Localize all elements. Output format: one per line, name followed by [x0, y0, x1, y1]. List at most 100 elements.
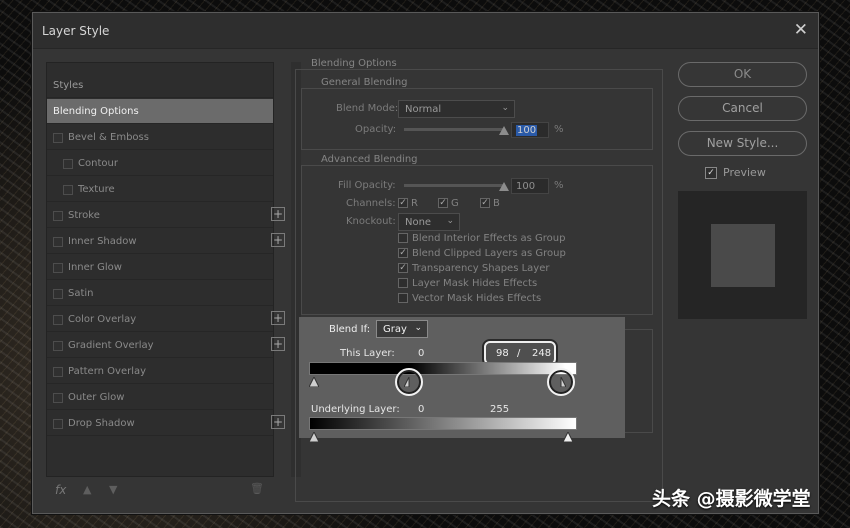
channel-b-checkbox[interactable]: ✓	[480, 198, 490, 208]
style-item-drop-shadow[interactable]: Drop Shadow	[47, 411, 273, 436]
advanced-option-checkbox[interactable]	[398, 233, 408, 243]
underlying-layer-gradient[interactable]	[309, 417, 577, 430]
style-checkbox[interactable]	[63, 185, 73, 195]
style-checkbox[interactable]	[53, 289, 63, 299]
advanced-option-checkbox[interactable]: ✓	[398, 248, 408, 258]
advanced-option-checkbox[interactable]: ✓	[398, 263, 408, 273]
style-item-label: Satin	[68, 288, 94, 299]
blend-if-dropdown[interactable]: Gray ⌄	[376, 320, 428, 338]
add-effect-plus-icon[interactable]: +	[271, 311, 285, 325]
style-item-gradient-overlay[interactable]: Gradient Overlay	[47, 333, 273, 358]
add-effect-plus-icon[interactable]: +	[271, 337, 285, 351]
fill-opacity-slider-thumb[interactable]	[499, 182, 509, 191]
style-item-label: Inner Glow	[68, 262, 122, 273]
style-checkbox[interactable]	[53, 133, 63, 143]
blend-if-value: Gray	[383, 324, 407, 335]
blending-options-title: Blending Options	[308, 58, 400, 69]
this-layer-low-value: 0	[418, 348, 425, 359]
underlying-low-slider-icon[interactable]	[309, 432, 319, 442]
style-checkbox[interactable]	[63, 159, 73, 169]
style-checkbox[interactable]	[53, 315, 63, 325]
opacity-slider-track[interactable]	[404, 128, 504, 131]
move-up-icon[interactable]: ▲	[83, 483, 91, 496]
channel-r-label: R	[411, 198, 418, 209]
style-item-bevel-emboss[interactable]: Bevel & Emboss	[47, 125, 273, 150]
style-item-stroke[interactable]: Stroke	[47, 203, 273, 228]
preview-checkbox[interactable]: ✓	[705, 167, 717, 179]
underlying-high-value: 255	[490, 404, 510, 415]
blend-if-label: Blend If:	[329, 324, 371, 335]
style-checkbox[interactable]	[53, 237, 63, 247]
opacity-input[interactable]: 100	[511, 122, 549, 138]
this-layer-low-slider-icon[interactable]	[309, 377, 319, 387]
add-effect-plus-icon[interactable]: +	[271, 207, 285, 221]
blend-if-panel: Blend If: Gray ⌄ This Layer: 0 98 / 248 …	[299, 317, 625, 442]
style-item-styles: Styles	[47, 73, 273, 98]
style-item-texture[interactable]: Texture	[47, 177, 273, 202]
chevron-down-icon: ⌄	[501, 103, 509, 113]
advanced-option-label: Layer Mask Hides Effects	[412, 278, 538, 289]
move-down-icon[interactable]: ▼	[109, 483, 117, 496]
fill-opacity-input[interactable]: 100	[511, 178, 549, 194]
style-item-color-overlay[interactable]: Color Overlay	[47, 307, 273, 332]
opacity-value: 100	[516, 125, 538, 136]
style-item-label: Drop Shadow	[68, 418, 135, 429]
style-checkbox[interactable]	[53, 211, 63, 221]
advanced-option-label: Transparency Shapes Layer	[412, 263, 550, 274]
style-item-label: Blending Options	[53, 106, 139, 117]
style-item-satin[interactable]: Satin	[47, 281, 273, 306]
style-checkbox[interactable]	[53, 419, 63, 429]
style-item-label: Styles	[53, 80, 84, 91]
this-layer-mid-slider-icon[interactable]	[404, 377, 414, 387]
advanced-option-label: Blend Interior Effects as Group	[412, 233, 566, 244]
watermark-text: 头条 @摄影微学堂	[652, 488, 811, 510]
this-layer-high-slider-icon[interactable]	[556, 377, 566, 387]
style-item-outer-glow[interactable]: Outer Glow	[47, 385, 273, 410]
value-separator: /	[517, 348, 521, 359]
style-preview-thumbnail	[678, 191, 807, 319]
underlying-high-slider-icon[interactable]	[563, 432, 573, 442]
chevron-down-icon: ⌄	[414, 323, 422, 333]
style-item-inner-shadow[interactable]: Inner Shadow	[47, 229, 273, 254]
add-effect-plus-icon[interactable]: +	[271, 415, 285, 429]
style-checkbox[interactable]	[53, 341, 63, 351]
style-checkbox[interactable]	[53, 367, 63, 377]
this-layer-gradient[interactable]	[309, 362, 577, 375]
dialog-title: Layer Style	[42, 24, 110, 38]
add-effect-plus-icon[interactable]: +	[271, 233, 285, 247]
opacity-unit: %	[554, 124, 564, 135]
style-item-label: Gradient Overlay	[68, 340, 154, 351]
channels-label: Channels:	[346, 198, 396, 209]
ok-button[interactable]: OK	[678, 62, 807, 87]
cancel-button[interactable]: Cancel	[678, 96, 807, 121]
style-item-pattern-overlay[interactable]: Pattern Overlay	[47, 359, 273, 384]
title-bar[interactable]: Layer Style ✕	[33, 13, 818, 49]
advanced-option-checkbox[interactable]	[398, 278, 408, 288]
trash-icon[interactable]: 🗑	[250, 482, 264, 495]
advanced-option-label: Blend Clipped Layers as Group	[412, 248, 566, 259]
knockout-label: Knockout:	[346, 216, 396, 227]
blend-mode-dropdown[interactable]: Normal ⌄	[398, 100, 515, 118]
style-item-label: Bevel & Emboss	[68, 132, 149, 143]
this-layer-mid-value: 98	[496, 348, 509, 359]
advanced-option-label: Vector Mask Hides Effects	[412, 293, 542, 304]
advanced-option-checkbox[interactable]	[398, 293, 408, 303]
fill-opacity-value: 100	[516, 181, 536, 192]
style-item-label: Outer Glow	[68, 392, 125, 403]
opacity-slider-thumb[interactable]	[499, 126, 509, 135]
general-blending-title: General Blending	[318, 77, 411, 88]
new-style-button[interactable]: New Style...	[678, 131, 807, 156]
close-icon[interactable]: ✕	[794, 20, 808, 40]
channel-g-checkbox[interactable]: ✓	[438, 198, 448, 208]
style-checkbox[interactable]	[53, 393, 63, 403]
style-item-inner-glow[interactable]: Inner Glow	[47, 255, 273, 280]
channel-r-checkbox[interactable]: ✓	[398, 198, 408, 208]
knockout-dropdown[interactable]: None ⌄	[398, 213, 460, 231]
fill-opacity-slider-track[interactable]	[404, 184, 504, 187]
style-checkbox[interactable]	[53, 263, 63, 273]
fx-icon[interactable]: fx	[55, 483, 66, 497]
style-item-contour[interactable]: Contour	[47, 151, 273, 176]
styles-list: Styles Blending Options Bevel & Emboss Cont…	[46, 62, 274, 477]
this-layer-high-value: 248	[532, 348, 552, 359]
style-item-blending-options[interactable]: Blending Options	[47, 99, 273, 124]
